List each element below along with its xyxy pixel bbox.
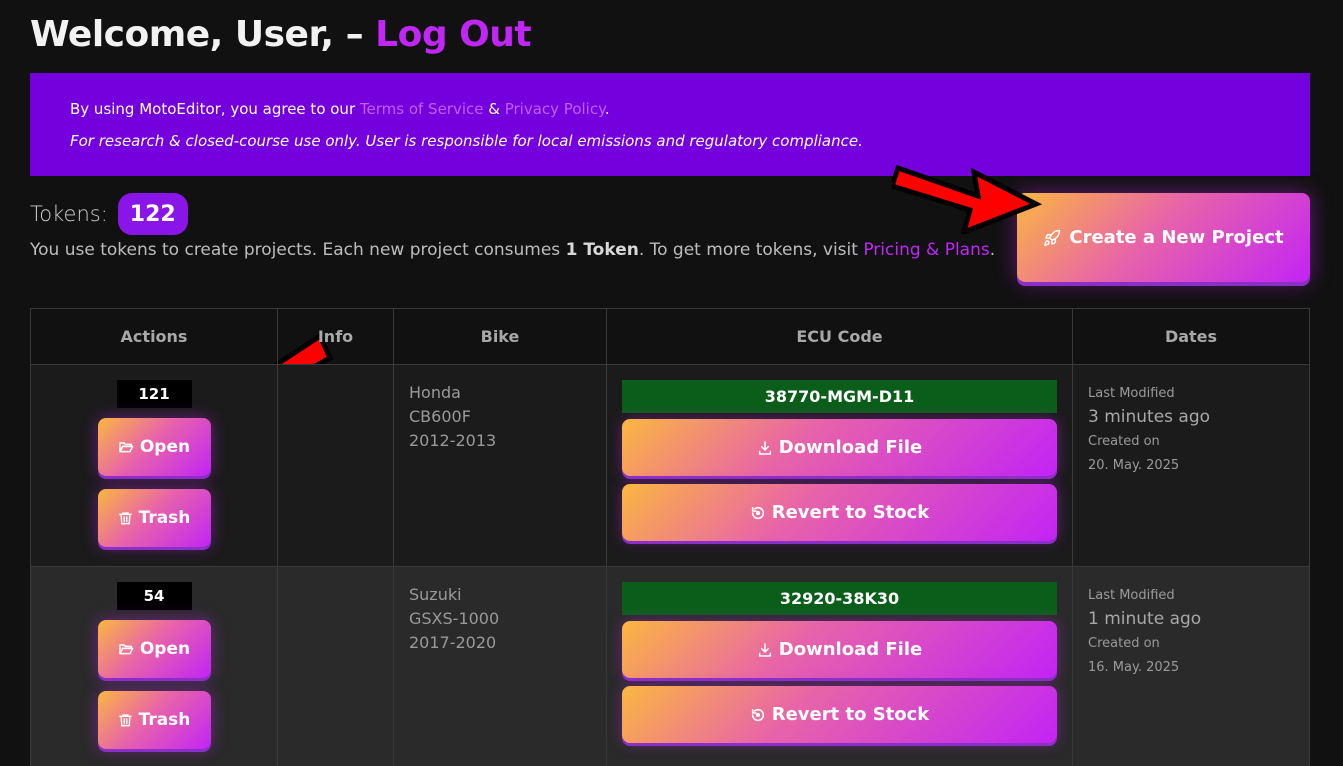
download-icon (757, 642, 773, 658)
tokens-count-badge: 122 (117, 193, 188, 235)
dates-cell: Last Modified 1 minute ago Created on 16… (1073, 567, 1309, 766)
welcome-text: Welcome, User, – (30, 14, 376, 55)
actions-cell: 121 Open Trash (31, 365, 278, 566)
red-arrow-icon (892, 164, 1042, 234)
bike-years: 2012-2013 (409, 431, 497, 450)
last-modified-label: Last Modified (1088, 588, 1175, 603)
pricing-plans-link[interactable]: Pricing & Plans (863, 240, 989, 260)
download-icon (757, 440, 773, 456)
column-header-ecu-code: ECU Code (607, 309, 1073, 364)
trash-icon (118, 510, 133, 526)
column-header-actions: Actions (31, 309, 278, 364)
revert-to-stock-label: Revert to Stock (771, 704, 930, 725)
projects-table: Actions Info Bike ECU Code Dates 121 Ope… (30, 308, 1310, 766)
trash-icon (118, 712, 133, 728)
table-row: 54 Open Trash Suzuki GSXS-1000 2017-2020… (31, 567, 1309, 766)
tokens-help-text: You use tokens to create projects. Each … (30, 240, 995, 260)
notice-ampersand: & (483, 100, 505, 118)
ecu-code-badge: 32920-38K30 (622, 582, 1057, 615)
project-id: 121 (116, 380, 192, 408)
terms-notice-line: By using MotoEditor, you agree to our Te… (70, 99, 1270, 119)
revert-to-stock-label: Revert to Stock (771, 502, 930, 523)
project-id: 54 (116, 582, 192, 610)
column-header-info: Info (278, 309, 394, 364)
download-file-button[interactable]: Download File (622, 621, 1057, 678)
ecu-cell: 32920-38K30 Download File Revert to Stoc… (607, 567, 1073, 766)
last-modified-label: Last Modified (1088, 386, 1175, 401)
privacy-policy-link[interactable]: Privacy Policy (505, 100, 605, 118)
tokens-help-middle: . To get more tokens, visit (638, 240, 864, 260)
download-file-label: Download File (778, 639, 923, 660)
trash-label: Trash (138, 710, 191, 730)
tokens-help-bold: 1 Token (565, 240, 639, 260)
bike-years: 2017-2020 (409, 633, 497, 652)
tokens-row: Tokens: 122 (30, 193, 188, 235)
created-value: 16. May. 2025 (1088, 660, 1180, 675)
create-new-project-label: Create a New Project (1069, 227, 1284, 248)
open-project-button[interactable]: Open (97, 418, 211, 476)
ecu-code-badge: 38770-MGM-D11 (622, 380, 1057, 413)
revert-to-stock-button[interactable]: Revert to Stock (622, 484, 1057, 541)
column-header-dates: Dates (1164, 327, 1218, 346)
create-new-project-button[interactable]: Create a New Project (1017, 193, 1310, 282)
tokens-help-suffix: . (989, 240, 996, 260)
column-header-bike: Bike (394, 309, 607, 364)
table-row: 121 Open Trash Honda CB600F 2012-2013 38… (31, 365, 1309, 567)
trash-project-button[interactable]: Trash (97, 691, 211, 749)
bike-make: Suzuki (409, 585, 462, 604)
actions-cell: 54 Open Trash (31, 567, 278, 766)
created-value: 20. May. 2025 (1088, 458, 1180, 473)
created-label: Created on (1088, 434, 1160, 449)
trash-project-button[interactable]: Trash (97, 489, 211, 547)
dates-cell: Last Modified 3 minutes ago Created on 2… (1073, 365, 1309, 566)
download-file-label: Download File (778, 437, 923, 458)
last-modified-value: 3 minutes ago (1088, 407, 1211, 427)
terms-of-service-link[interactable]: Terms of Service (360, 100, 484, 118)
open-project-button[interactable]: Open (97, 620, 211, 678)
table-header: Actions Info Bike ECU Code Dates (31, 309, 1309, 365)
tokens-help-prefix: You use tokens to create projects. Each … (30, 240, 566, 260)
compliance-notice-line: For research & closed-course use only. U… (70, 132, 863, 150)
bike-model: GSXS-1000 (409, 609, 500, 628)
rocket-icon (1043, 229, 1061, 247)
created-label: Created on (1088, 636, 1160, 651)
folder-open-icon (118, 439, 134, 455)
bike-model: CB600F (409, 407, 471, 426)
revert-icon (750, 707, 766, 723)
bike-make: Honda (409, 383, 461, 402)
terms-notice-banner: By using MotoEditor, you agree to our Te… (30, 73, 1310, 176)
last-modified-value: 1 minute ago (1088, 609, 1202, 629)
folder-open-icon (118, 641, 134, 657)
logout-link[interactable]: Log Out (375, 14, 531, 55)
bike-cell: Suzuki GSXS-1000 2017-2020 (394, 567, 607, 766)
download-file-button[interactable]: Download File (622, 419, 1057, 476)
info-cell (278, 365, 394, 566)
notice-period: . (604, 100, 610, 118)
bike-cell: Honda CB600F 2012-2013 (394, 365, 607, 566)
notice-text: By using MotoEditor, you agree to our (70, 100, 360, 118)
revert-icon (750, 505, 766, 521)
ecu-cell: 38770-MGM-D11 Download File Revert to St… (607, 365, 1073, 566)
info-cell (278, 567, 394, 766)
page-title: Welcome, User, – Log Out (30, 14, 532, 55)
open-label: Open (139, 437, 191, 457)
trash-label: Trash (138, 508, 191, 528)
revert-to-stock-button[interactable]: Revert to Stock (622, 686, 1057, 743)
tokens-label: Tokens: (30, 202, 108, 226)
open-label: Open (139, 639, 191, 659)
